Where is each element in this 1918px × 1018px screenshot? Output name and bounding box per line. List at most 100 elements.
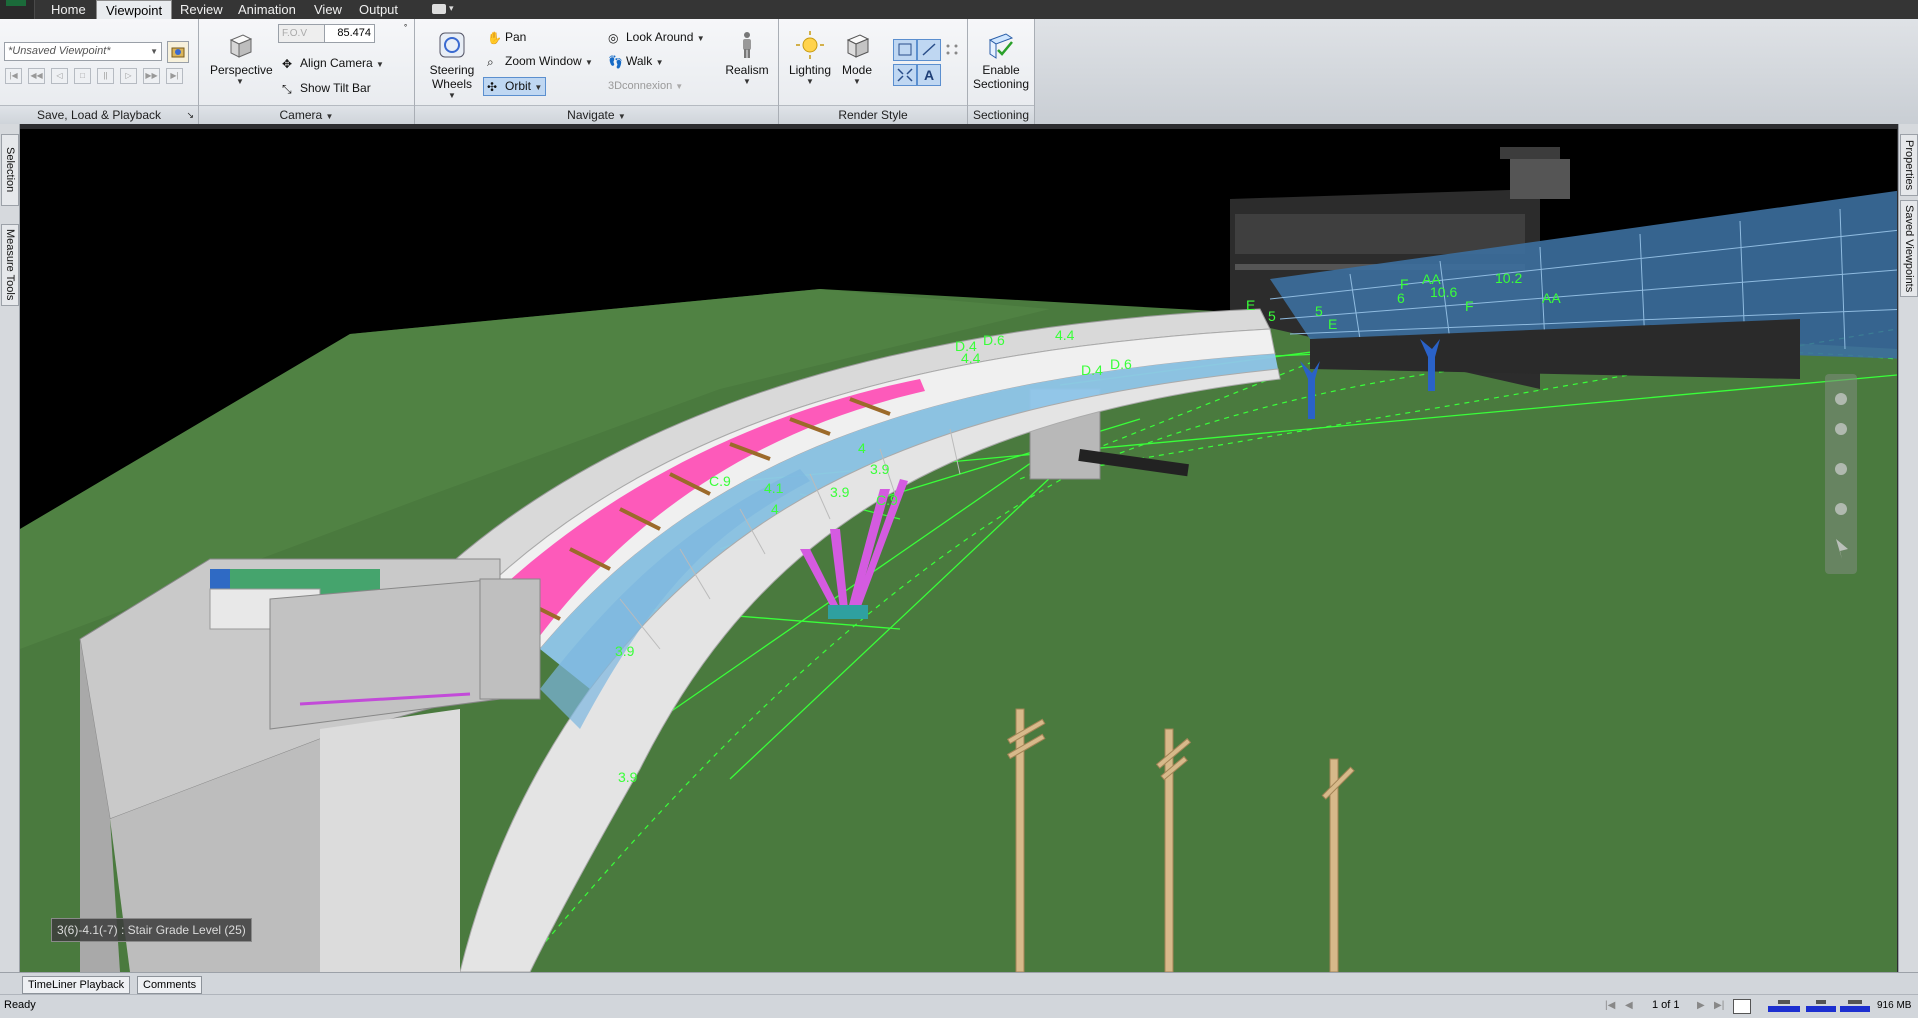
panel-title[interactable]: Navigate ▼ xyxy=(415,105,778,124)
lighting-button[interactable]: Lighting ▼ xyxy=(788,30,832,86)
panel-title-text: Save, Load & Playback xyxy=(36,108,162,122)
panel-save-load-playback: *Unsaved Viewpoint* ▼ |◀ ◀◀ ◁ □ || ▷ ▶▶ … xyxy=(0,19,199,124)
zoom-window-button[interactable]: ⌕ Zoom Window ▼ xyxy=(487,54,593,69)
snap-points-toggle[interactable] xyxy=(893,64,917,86)
application-menu-button[interactable] xyxy=(0,0,35,19)
perspective-button[interactable]: Perspective ▼ xyxy=(210,30,273,86)
show-tilt-bar-button[interactable]: ⤡ Show Tilt Bar xyxy=(282,81,371,96)
first-frame-button[interactable]: |◀ xyxy=(5,68,22,84)
pencil-progress-icon xyxy=(1768,1000,1800,1012)
tab-view[interactable]: View xyxy=(305,0,351,19)
ribbon-empty-area xyxy=(1035,19,1918,124)
surfaces-toggle[interactable] xyxy=(893,39,917,61)
walk-button[interactable]: 👣 Walk ▼ xyxy=(608,54,664,69)
right-dock-bar: Properties Saved Viewpoints xyxy=(1898,124,1918,972)
panel-title: Render Style xyxy=(779,105,967,124)
next-sheet-button[interactable]: ▶ xyxy=(1697,1000,1705,1011)
points-toggle[interactable] xyxy=(941,39,963,59)
stop-button[interactable]: □ xyxy=(74,68,91,84)
tab-measure-tools[interactable]: Measure Tools xyxy=(1,224,19,306)
grid-label: E xyxy=(1328,316,1337,332)
grid-label: D.4 xyxy=(1081,362,1103,378)
sun-icon xyxy=(796,31,824,59)
walk-icon: 👣 xyxy=(608,54,623,69)
panel-title-text: Navigate xyxy=(567,108,615,122)
step-forward-button[interactable]: ▶▶ xyxy=(143,68,160,84)
grid-label: 4.4 xyxy=(961,350,981,366)
prev-sheet-button[interactable]: ◀ xyxy=(1625,1000,1633,1011)
look-around-button[interactable]: ◎ Look Around ▼ xyxy=(608,30,705,45)
orbit-icon: ✣ xyxy=(487,79,498,94)
fov-input[interactable]: 85.474 xyxy=(324,24,375,43)
grid-label: D.6 xyxy=(983,332,1005,348)
grid-label: 3.9 xyxy=(615,643,635,659)
mode-button[interactable]: Mode ▼ xyxy=(837,30,877,86)
web-server-icon xyxy=(1840,1000,1870,1012)
degree-icon: ° xyxy=(404,23,408,32)
viewpoint-manager-icon[interactable] xyxy=(167,41,189,63)
tab-selection-tree[interactable]: Selection Tree xyxy=(1,134,19,206)
lines-toggle[interactable] xyxy=(917,39,941,61)
page-indicator: 1 of 1 xyxy=(1652,999,1680,1011)
tab-timeliner-playback[interactable]: TimeLiner Playback xyxy=(22,976,131,994)
panel-navigate: Steering Wheels ▼ ✋ Pan ⌕ Zoom Window ▼ ✣ O… xyxy=(415,19,779,124)
steering-label-1: Steering xyxy=(429,63,475,77)
orbit-button[interactable]: ✣ Orbit ▼ xyxy=(483,77,547,96)
tab-output[interactable]: Output xyxy=(350,0,407,19)
step-back-button[interactable]: ◀◀ xyxy=(28,68,45,84)
align-camera-button[interactable]: ✥ Align Camera ▼ xyxy=(282,56,384,71)
play-reverse-button[interactable]: ◁ xyxy=(51,68,68,84)
chevron-down-icon: ▼ xyxy=(236,77,244,86)
tilt-bar-icon: ⤡ xyxy=(282,81,292,96)
tab-home[interactable]: Home xyxy=(42,0,95,19)
chevron-down-icon[interactable]: ▾ xyxy=(449,3,454,14)
pan-label: Pan xyxy=(505,30,527,44)
panel-title-text: Render Style xyxy=(838,108,908,122)
chevron-down-icon: ▼ xyxy=(743,77,751,86)
chevron-down-icon: ▼ xyxy=(448,91,456,100)
menu-bar: Home Viewpoint Review Animation View Out… xyxy=(0,0,1918,20)
steering-wheels-button[interactable]: Steering Wheels ▼ xyxy=(427,30,477,100)
tab-comments[interactable]: Comments xyxy=(137,976,203,994)
zoom-window-label: Zoom Window xyxy=(505,54,582,68)
3dconnexion-button: 3Dconnexion ▼ xyxy=(608,80,683,92)
text-toggle[interactable]: A xyxy=(917,64,941,86)
scene-canvas[interactable]: 10.2AAAA10.6F6 FE5 5E4.4D.6D.44.4D.4 D.643.… xyxy=(20,129,1897,972)
tab-properties[interactable]: Properties xyxy=(1900,134,1918,196)
realism-button[interactable]: Realism ▼ xyxy=(725,30,769,86)
column-footing xyxy=(828,605,868,619)
steering-wheel-icon xyxy=(439,32,465,58)
first-sheet-button[interactable]: |◀ xyxy=(1605,1000,1615,1011)
align-icon: ✥ xyxy=(282,56,293,71)
walk-label: Walk xyxy=(626,54,653,68)
chevron-down-icon: ▼ xyxy=(655,58,664,67)
chevron-down-icon[interactable]: ▼ xyxy=(534,83,542,92)
dialog-launcher-icon[interactable]: ↘ xyxy=(186,106,194,124)
mode-label: Mode xyxy=(841,63,873,77)
viewpoint-value: *Unsaved Viewpoint* xyxy=(8,45,111,57)
grid-label: 6 xyxy=(1397,290,1405,306)
play-button[interactable]: ▷ xyxy=(120,68,137,84)
chevron-down-icon: ▼ xyxy=(150,47,158,56)
sheet-browser-icon[interactable] xyxy=(1733,999,1751,1014)
panel-render-style: Lighting ▼ Mode ▼ A Render Style xyxy=(779,19,968,124)
pause-button[interactable]: || xyxy=(97,68,114,84)
last-sheet-button[interactable]: ▶| xyxy=(1714,1000,1724,1011)
panel-title[interactable]: Camera ▼ xyxy=(199,105,414,124)
pan-button[interactable]: ✋ Pan xyxy=(487,30,526,45)
enable-sectioning-button[interactable]: Enable Sectioning xyxy=(968,30,1034,91)
chevron-down-icon: ▼ xyxy=(585,58,593,67)
chevron-down-icon: ▼ xyxy=(806,77,814,86)
camera-icon[interactable] xyxy=(432,4,446,14)
viewpoint-dropdown[interactable]: *Unsaved Viewpoint* ▼ xyxy=(4,42,162,61)
navigation-bar[interactable] xyxy=(1825,374,1857,574)
look-around-label: Look Around xyxy=(626,30,694,44)
panel-title: Save, Load & Playback ↘ xyxy=(0,105,198,124)
tab-review[interactable]: Review xyxy=(171,0,232,19)
3d-viewport[interactable]: 10.2 AA AA 10.6 F 6 F E 5 5 E 4.4 D.6 D.4 4.4 D.4 D.6 4 3.… xyxy=(20,129,1897,972)
tab-saved-viewpoints[interactable]: Saved Viewpoints xyxy=(1900,200,1918,297)
tab-viewpoint[interactable]: Viewpoint xyxy=(96,0,173,20)
tab-animation[interactable]: Animation xyxy=(229,0,305,19)
last-frame-button[interactable]: ▶| xyxy=(166,68,183,84)
surface-icon xyxy=(898,43,912,56)
